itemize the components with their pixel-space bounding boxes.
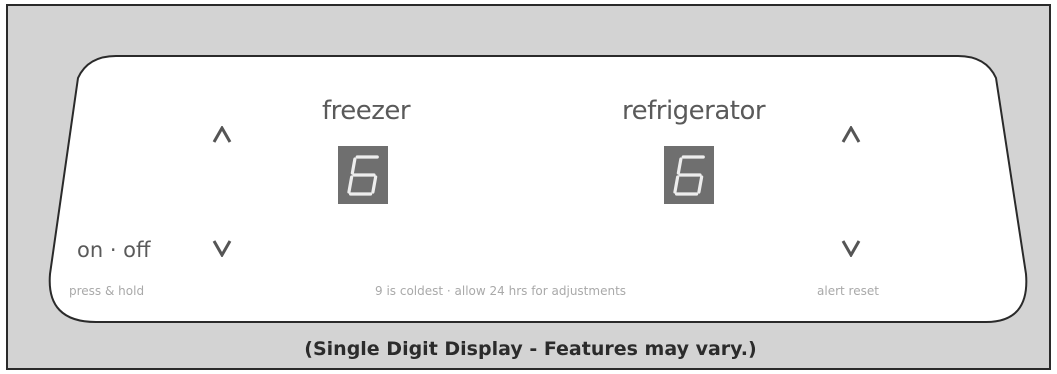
segment-f: [350, 157, 357, 175]
freezer-down-button[interactable]: [209, 237, 235, 259]
panel-face: [48, 55, 1028, 323]
seven-segment-digit: [673, 155, 705, 196]
segment-c: [697, 175, 704, 194]
control-panel-frame: freezer refrigerator on · off press & ho…: [6, 4, 1051, 370]
chevron-up-icon: [212, 126, 232, 143]
refrigerator-label: refrigerator: [622, 96, 766, 126]
segment-e: [347, 175, 354, 194]
power-hint: press & hold: [69, 284, 145, 298]
chevron-down-icon: [212, 240, 232, 257]
alert-reset-button[interactable]: alert reset: [817, 284, 879, 298]
segment-e: [673, 175, 680, 194]
refrigerator-up-button[interactable]: [838, 124, 864, 146]
chevron-down-icon: [841, 240, 861, 257]
segment-f: [676, 157, 683, 175]
adjustment-info: 9 is coldest · allow 24 hrs for adjustme…: [375, 284, 627, 298]
segment-c: [371, 175, 378, 194]
seven-segment-digit: [347, 155, 379, 196]
power-button[interactable]: on · off: [77, 238, 151, 262]
freezer-up-button[interactable]: [209, 124, 235, 146]
chevron-up-icon: [841, 126, 861, 143]
refrigerator-digit-display: [664, 146, 714, 204]
caption: (Single Digit Display - Features may var…: [304, 338, 757, 360]
refrigerator-down-button[interactable]: [838, 237, 864, 259]
freezer-label: freezer: [322, 96, 411, 126]
freezer-digit-display: [338, 146, 388, 204]
